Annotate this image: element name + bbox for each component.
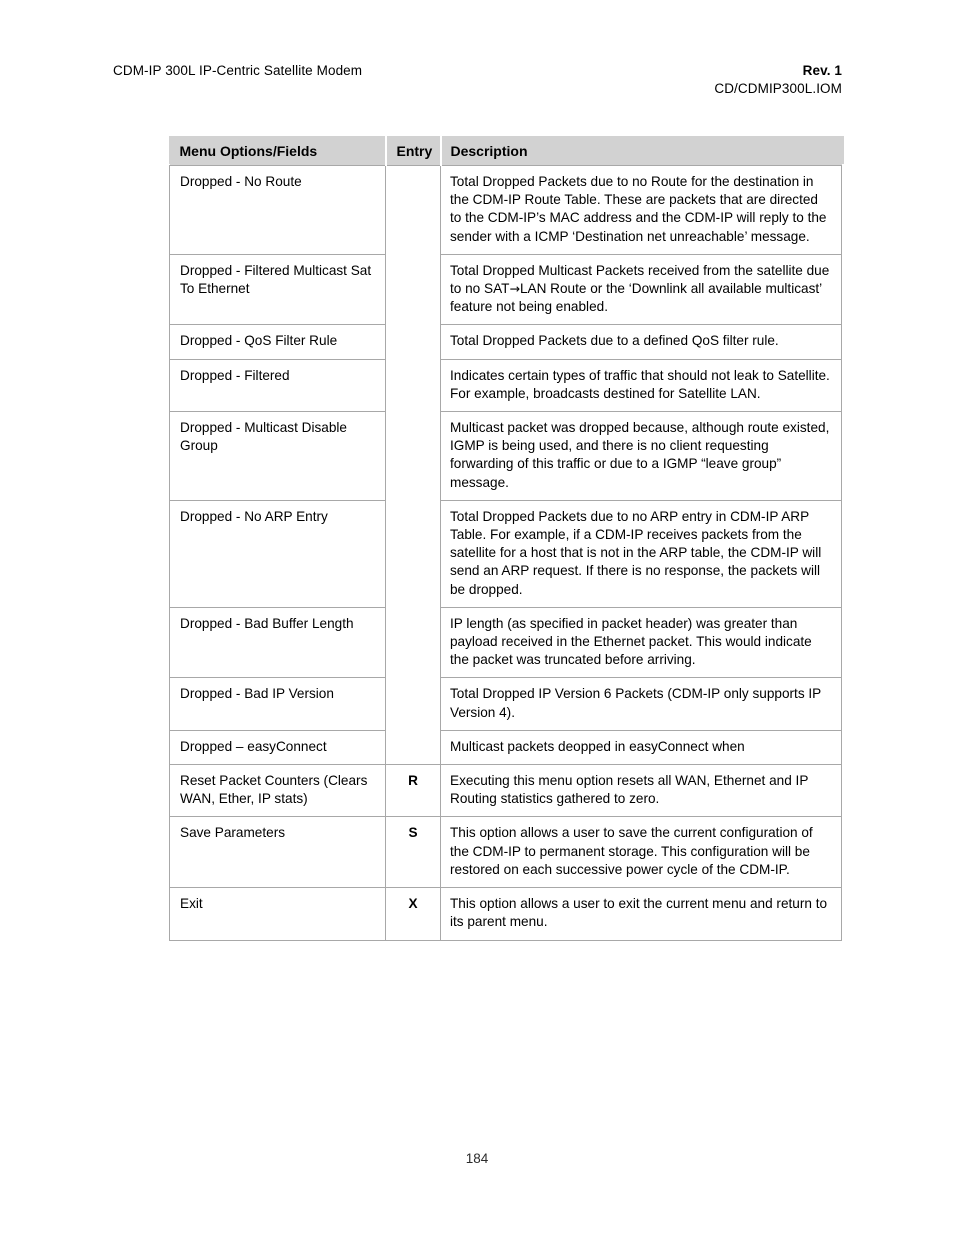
cell-description: Total Dropped Packets due to a defined Q… [440,324,842,360]
table-row: Reset Packet Counters (Clears WAN, Ether… [169,764,842,818]
cell-description: IP length (as specified in packet header… [440,606,842,679]
header-document-number: CD/CDMIP300L.IOM [714,81,842,96]
table-row: Dropped - No Route Total Dropped Packets… [169,164,842,766]
cell-entry: X [385,887,441,941]
cell-menu-option: Save Parameters [169,816,386,889]
menu-options-table: Menu Options/Fields Entry Description Dr… [169,136,842,941]
cell-description: Total Dropped Packets due to no Route fo… [440,165,842,255]
table-header-row: Menu Options/Fields Entry Description [169,136,842,166]
table-row: Dropped - Filtered Multicast Sat To Ethe… [169,253,842,326]
cell-entry-merged [385,164,441,766]
table-row: Dropped - Bad Buffer Length IP length (a… [169,606,842,679]
cell-menu-option: Dropped - No ARP Entry [169,499,386,608]
table-row: Dropped - No ARP Entry Total Dropped Pac… [169,499,842,608]
table-row: Dropped - Filtered Indicates certain typ… [169,358,842,413]
running-header: CDM-IP 300L IP-Centric Satellite Modem R… [113,62,842,108]
table-row: Dropped - QoS Filter Rule Total Dropped … [169,324,842,360]
cell-menu-option: Dropped - No Route [169,165,386,255]
cell-menu-option: Dropped - QoS Filter Rule [169,324,386,360]
header-revision-block: Rev. 1 CD/CDMIP300L.IOM [714,62,842,97]
cell-description: Executing this menu option resets all WA… [440,764,842,818]
document-page: CDM-IP 300L IP-Centric Satellite Modem R… [0,0,954,1235]
cell-menu-option: Dropped - Filtered [169,358,386,413]
cell-menu-option: Reset Packet Counters (Clears WAN, Ether… [169,764,386,818]
cell-description: Multicast packets deopped in easyConnect… [440,729,842,766]
cell-entry: R [385,764,441,818]
table-row: Dropped - Bad IP Version Total Dropped I… [169,677,842,731]
table-row: Save Parameters S This option allows a u… [169,816,842,889]
cell-entry: S [385,816,441,889]
cell-menu-option: Dropped - Multicast Disable Group [169,411,386,501]
cell-menu-option: Dropped - Bad IP Version [169,677,386,731]
page-number: 184 [465,1151,489,1166]
column-header-menu-options: Menu Options/Fields [169,136,387,166]
column-header-entry: Entry [385,136,442,166]
header-document-title: CDM-IP 300L IP-Centric Satellite Modem [113,63,363,78]
cell-menu-option: Exit [169,887,386,941]
table-row: Exit X This option allows a user to exit… [169,887,842,941]
cell-menu-option: Dropped – easyConnect [169,729,386,766]
right-arrow-icon: → [509,281,520,297]
cell-description: Total Dropped IP Version 6 Packets (CDM-… [440,677,842,731]
cell-description: Total Dropped Packets due to no ARP entr… [440,499,842,608]
menu-options-table-container: Menu Options/Fields Entry Description Dr… [169,136,844,941]
table-body: Dropped - No Route Total Dropped Packets… [169,164,842,941]
cell-menu-option: Dropped - Bad Buffer Length [169,606,386,679]
table-row: Dropped – easyConnect Multicast packets … [169,729,842,766]
cell-description: This option allows a user to save the cu… [440,816,842,889]
column-header-description: Description [440,136,842,166]
cell-menu-option: Dropped - Filtered Multicast Sat To Ethe… [169,253,386,326]
cell-description: Total Dropped Multicast Packets received… [440,253,842,326]
table-row: Dropped - Multicast Disable Group Multic… [169,411,842,501]
cell-description: Indicates certain types of traffic that … [440,358,842,413]
cell-description: Multicast packet was dropped because, al… [440,411,842,501]
header-revision: Rev. 1 [802,63,842,78]
cell-description: This option allows a user to exit the cu… [440,887,842,941]
table-head: Menu Options/Fields Entry Description [169,136,842,166]
